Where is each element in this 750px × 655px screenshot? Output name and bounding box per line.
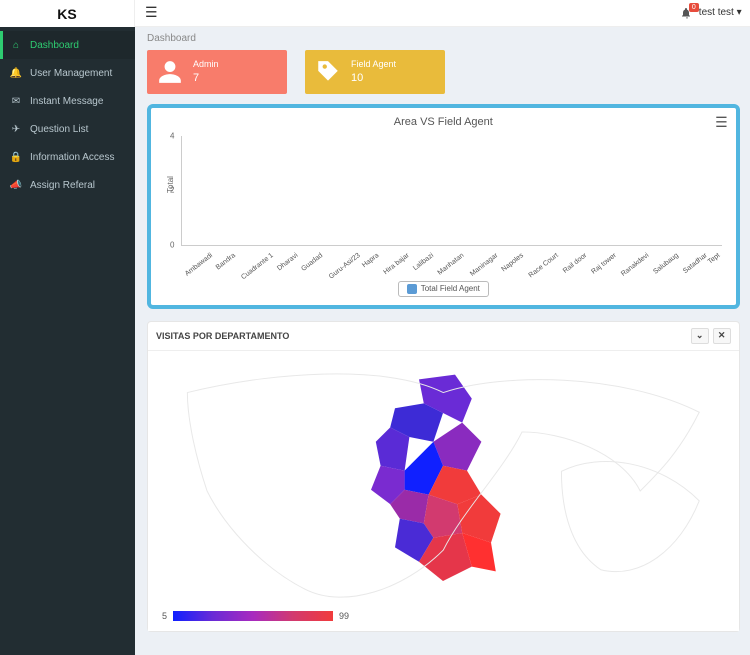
chart-plot: Total 024 [181,136,722,246]
scale-gradient [173,611,333,621]
stat-card-field-agent[interactable]: Field Agent10 [305,50,445,94]
menu-toggle-icon[interactable]: ☰ [145,4,158,21]
map-panel-title: VISITAS POR DEPARTAMENTO [156,331,289,341]
map-scale: 5 99 [162,611,349,621]
sidebar-item-information-access[interactable]: 🔒 Information Access [0,143,135,171]
xtick-label: Hira bajar [383,252,411,276]
stat-card-admin[interactable]: Admin7 [147,50,287,94]
xtick-label: Salubaug [653,252,681,276]
panel-collapse-icon[interactable]: ⌄ [691,328,709,344]
sidebar: KS ⌂ Dashboard 🔔 User Management ✉ Instant Me… [0,0,135,655]
xtick-label: Guru-Asi/23 [328,252,362,281]
card-value: 7 [193,71,219,86]
sidebar-item-assign-referal[interactable]: 📣 Assign Referal [0,171,135,199]
chart-menu-icon[interactable]: ☰ [715,114,728,131]
notification-icon[interactable]: 0 [681,7,693,19]
user-icon: 🔔 [10,67,22,79]
xtick-label: Satadhar [682,252,709,275]
ytick: 0 [170,240,174,249]
sidebar-item-instant-message[interactable]: ✉ Instant Message [0,87,135,115]
sidebar-item-user-management[interactable]: 🔔 User Management [0,59,135,87]
tag-icon [315,59,341,85]
sidebar-item-label: User Management [30,68,112,79]
xtick-label: Raj tower [590,252,618,276]
xtick-label: Manhatan [437,252,466,277]
referal-icon: 📣 [10,179,22,191]
sidebar-item-label: Instant Message [30,96,103,107]
xtick-label: Guadad [300,252,324,273]
xtick-label: Rail door [562,252,588,275]
ytick: 4 [170,131,174,140]
message-icon: ✉ [10,95,22,107]
sidebar-item-label: Question List [30,124,88,135]
user-menu[interactable]: test test ▾ [699,7,742,18]
sidebar-item-label: Information Access [30,152,114,163]
card-label: Admin [193,58,219,71]
xtick-label: Tept [707,252,722,266]
xtick-label: Bandra [214,252,236,271]
chart-title: Area VS Field Agent [394,116,493,128]
map-background [148,351,739,631]
brand-logo: KS [0,0,135,27]
breadcrumb: Dashboard [135,27,750,50]
chart-legend[interactable]: Total Field Agent [398,281,489,297]
xtick-label: Dharavi [276,252,299,272]
ytick: 2 [170,186,174,195]
xtick-label: Ambawadi [184,252,214,278]
dashboard-icon: ⌂ [10,39,22,51]
legend-swatch [407,284,417,294]
xtick-label: Maninagar [469,252,499,278]
sidebar-item-label: Dashboard [30,40,79,51]
sidebar-item-label: Assign Referal [30,180,95,191]
card-label: Field Agent [351,58,396,71]
person-icon [157,59,183,85]
info-icon: 🔒 [10,151,22,163]
xtick-label: Race Court [528,252,560,279]
topbar: ☰ 0 test test ▾ [135,0,750,27]
map-panel: VISITAS POR DEPARTAMENTO ⌄ ✕ [147,321,740,632]
nav-list: ⌂ Dashboard 🔔 User Management ✉ Instant Messa… [0,27,135,199]
xtick-label: Hapra [361,252,380,269]
sidebar-item-question-list[interactable]: ✈ Question List [0,115,135,143]
card-value: 10 [351,71,396,86]
xtick-label: Cuadrante 1 [240,252,275,281]
question-icon: ✈ [10,123,22,135]
xtick-label: Ranakdevi [620,252,650,278]
notification-badge: 0 [689,3,699,12]
chevron-down-icon: ▾ [737,7,742,18]
stat-cards: Admin7 Field Agent10 [147,50,740,94]
sidebar-item-dashboard[interactable]: ⌂ Dashboard [0,31,135,59]
panel-close-icon[interactable]: ✕ [713,328,731,344]
xtick-label: Lalibazi [412,252,435,272]
chart-panel: Area VS Field Agent ☰ Total 024 Ambawadi… [147,104,740,309]
xtick-label: Napoles [500,252,525,273]
